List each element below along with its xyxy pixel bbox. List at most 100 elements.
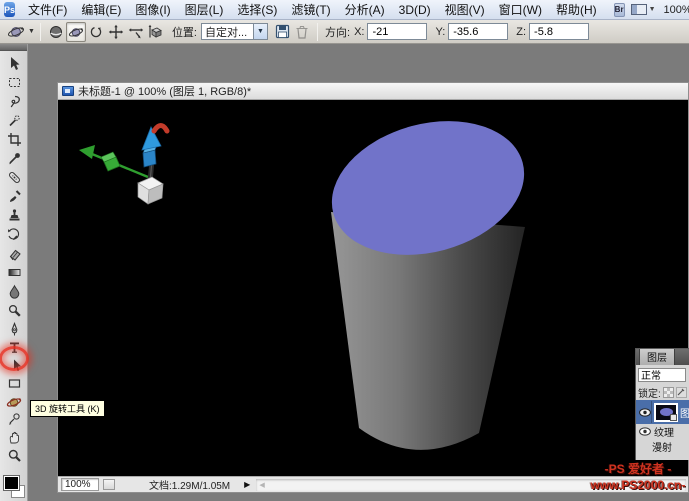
tab-layers[interactable]: 图层 (639, 348, 675, 365)
return-initial-position-button[interactable] (46, 22, 66, 42)
3d-slide-mode-button[interactable] (126, 22, 146, 42)
canvas[interactable] (58, 100, 688, 476)
visibility-toggle[interactable] (638, 425, 652, 438)
layers-panel-tabs: 图层 (636, 349, 689, 365)
clone-stamp-tool[interactable] (2, 206, 26, 225)
menu-analysis[interactable]: 分析(A) (338, 0, 392, 20)
x-label: X: (354, 26, 364, 38)
foreground-color-swatch[interactable] (4, 476, 19, 490)
panel-grip[interactable] (0, 44, 27, 51)
menu-view[interactable]: 视图(V) (438, 0, 492, 20)
app-zoom-value: 100% (664, 4, 689, 16)
lock-transparency-icon[interactable] (663, 387, 674, 398)
tool-preset-icon[interactable] (6, 22, 26, 42)
save-view-button[interactable] (272, 22, 292, 42)
layer-row-textures[interactable]: 纹理 (636, 424, 689, 439)
eyedropper-tool[interactable] (2, 149, 26, 168)
tool-options-bar: ▼ 位置: 自定对... ▼ 方向: X: Y: Z: (0, 20, 689, 44)
gradient-tool[interactable] (2, 263, 26, 282)
menu-3d[interactable]: 3D(D) (392, 1, 438, 19)
orientation-z-field[interactable] (529, 23, 589, 40)
healing-brush-tool[interactable] (2, 168, 26, 187)
crop-tool[interactable] (2, 130, 26, 149)
chevron-down-icon: ▼ (649, 6, 656, 13)
dodge-tool[interactable] (2, 301, 26, 320)
status-flyout-arrow-icon[interactable]: ▶ (244, 480, 250, 489)
cylinder[interactable] (317, 101, 539, 450)
divider (317, 23, 318, 41)
3d-scene (58, 100, 688, 476)
workspace-icon (631, 4, 647, 15)
3d-axis-widget[interactable] (79, 126, 167, 205)
position-value: 自定对... (201, 23, 253, 40)
red-annotation-circle (0, 346, 29, 371)
blend-mode-select[interactable]: 正常 (638, 368, 686, 382)
photoshop-logo-icon: Ps (4, 2, 15, 17)
layer-name: 漫射 (652, 439, 672, 454)
3d-rotate-tool[interactable] (2, 392, 26, 411)
3d-roll-mode-button[interactable] (86, 22, 106, 42)
menu-image[interactable]: 图像(I) (128, 0, 177, 20)
zoom-tool[interactable] (2, 446, 26, 465)
orientation-y-field[interactable] (448, 23, 508, 40)
document-window: 未标题-1 @ 100% (图层 1, RGB/8)* (57, 82, 689, 493)
blur-tool[interactable] (2, 282, 26, 301)
3d-pan-mode-button[interactable] (106, 22, 126, 42)
y-label: Y: (435, 26, 445, 38)
history-brush-tool[interactable] (2, 225, 26, 244)
menu-edit[interactable]: 编辑(E) (74, 0, 128, 20)
quick-selection-tool[interactable] (2, 111, 26, 130)
status-doc-size: 文档:1.29M/1.05M (149, 477, 230, 492)
menu-select[interactable]: 选择(S) (230, 0, 284, 20)
menu-layer[interactable]: 图层(L) (178, 0, 231, 20)
layer-row-selected[interactable]: 图层 1 (636, 400, 689, 424)
scroll-left-icon[interactable]: ◀ (259, 481, 264, 489)
watermark-line2: www.PS2000.cn- (578, 477, 689, 493)
lock-label: 锁定: (638, 385, 661, 400)
3d-rotate-mode-button[interactable] (66, 22, 86, 42)
divider (40, 23, 41, 41)
menu-bar: Ps 文件(F) 编辑(E) 图像(I) 图层(L) 选择(S) 滤镜(T) 分… (0, 0, 689, 20)
document-title: 未标题-1 @ 100% (图层 1, RGB/8)* (78, 83, 251, 99)
eye-icon (639, 427, 651, 436)
status-zoom-field[interactable]: 100% (61, 478, 99, 491)
move-tool[interactable] (2, 54, 26, 73)
menu-help[interactable]: 帮助(H) (549, 0, 604, 20)
hand-tool[interactable] (2, 428, 26, 447)
shape-tool[interactable] (2, 374, 26, 393)
orientation-x-field[interactable] (367, 23, 427, 40)
visibility-toggle[interactable] (638, 401, 652, 423)
eraser-tool[interactable] (2, 244, 26, 263)
chevron-down-icon[interactable]: ▼ (28, 28, 35, 35)
lock-pixels-icon[interactable] (676, 387, 687, 398)
z-label: Z: (516, 26, 526, 38)
brush-tool[interactable] (2, 187, 26, 206)
orientation-label: 方向: (325, 24, 350, 40)
bridge-button[interactable]: Br (614, 3, 625, 17)
menu-window[interactable]: 窗口(W) (492, 0, 549, 20)
menu-filter[interactable]: 滤镜(T) (284, 0, 337, 20)
marquee-tool[interactable] (2, 73, 26, 92)
layer-thumbnail[interactable] (654, 403, 678, 422)
watermark-line1: -PS 爱好者 - (578, 461, 689, 477)
pen-tool[interactable] (2, 320, 26, 339)
document-titlebar[interactable]: 未标题-1 @ 100% (图层 1, RGB/8)* (58, 83, 688, 100)
menu-file[interactable]: 文件(F) (21, 0, 74, 20)
chevron-down-icon[interactable]: ▼ (253, 23, 268, 40)
delete-view-button (292, 22, 312, 42)
position-dropdown[interactable]: 自定对... ▼ (201, 23, 268, 40)
status-grip-icon (103, 479, 115, 490)
3d-scale-mode-button[interactable] (146, 22, 166, 42)
lasso-tool[interactable] (2, 92, 26, 111)
tools-panel (0, 44, 28, 501)
eye-icon (639, 408, 651, 417)
3d-orbit-tool[interactable] (2, 410, 26, 429)
document-icon (62, 86, 74, 96)
position-label: 位置: (172, 24, 197, 40)
workspace-background (0, 493, 689, 501)
workspace-switcher-button[interactable]: ▼ (631, 4, 656, 15)
app-zoom-dropdown[interactable]: 100% ▼ (664, 4, 689, 16)
watermark: -PS 爱好者 - www.PS2000.cn- (578, 461, 689, 493)
layer-name: 纹理 (654, 424, 674, 439)
layer-row-diffuse[interactable]: 漫射 (636, 439, 689, 453)
